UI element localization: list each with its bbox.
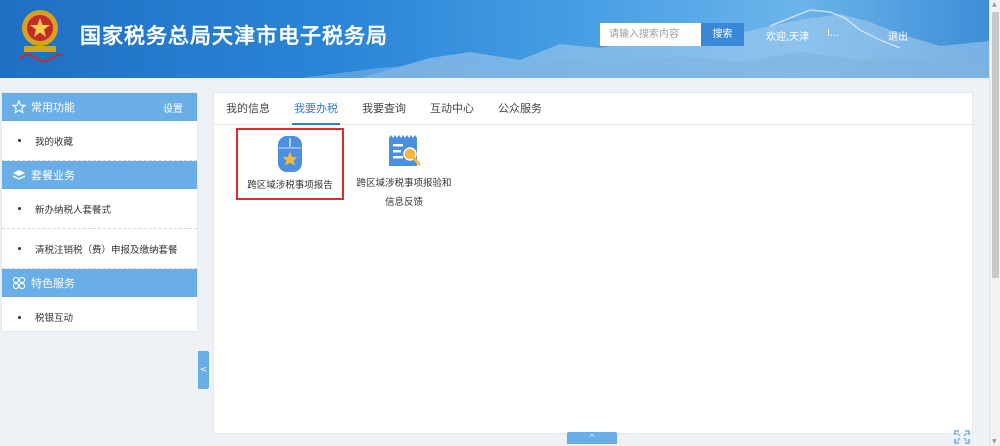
logout-link[interactable]: 退出 bbox=[888, 28, 908, 43]
sidebar-item-label: 新办纳税人套餐式 bbox=[35, 204, 112, 216]
sidebar-section-title: 常用功能 bbox=[31, 101, 75, 114]
main-panel: 我的信息 我要办税 我要查询 互动中心 公众服务 跨区域涉税事项报告 跨区域涉税… bbox=[213, 92, 973, 434]
report-search-icon bbox=[389, 135, 421, 166]
header-banner: 国家税务总局天津市电子税务局 搜索 欢迎,天津 I... 退出 bbox=[0, 0, 1000, 78]
tile-label: 跨区域涉税事项报告 bbox=[247, 180, 333, 191]
tab-my-info[interactable]: 我的信息 bbox=[214, 93, 282, 124]
layers-icon bbox=[12, 170, 26, 180]
sidebar-item-favorites[interactable]: 我的收藏 bbox=[2, 121, 197, 161]
tab-bar: 我的信息 我要办税 我要查询 互动中心 公众服务 bbox=[214, 93, 972, 125]
fullscreen-icon[interactable] bbox=[954, 430, 970, 444]
sidebar-item-bank-tax[interactable]: 税银互动 bbox=[2, 297, 197, 337]
sidebar-item-label: 税银互动 bbox=[35, 313, 74, 324]
vertical-scrollbar[interactable]: ▲ ▼ bbox=[989, 0, 1000, 446]
clover-icon bbox=[12, 276, 26, 290]
sidebar-section-common[interactable]: 常用功能 设置 bbox=[2, 93, 197, 121]
tile-cross-region-report[interactable]: 跨区域涉税事项报告 bbox=[236, 128, 344, 200]
sidebar-collapse-button[interactable]: < bbox=[198, 351, 209, 389]
tile-label-line2: 信息反馈 bbox=[384, 197, 423, 208]
tile-cross-region-inspection[interactable]: 跨区域涉税事项报验和 信息反馈 bbox=[344, 128, 464, 212]
sidebar-section-special[interactable]: 特色服务 bbox=[2, 269, 197, 297]
tax-emblem-logo bbox=[19, 10, 63, 62]
settings-link[interactable]: 设置 bbox=[163, 100, 183, 115]
scroll-down-icon[interactable]: ▼ bbox=[992, 438, 997, 445]
sidebar-section-title: 特色服务 bbox=[31, 277, 75, 290]
scroll-up-icon[interactable]: ▲ bbox=[992, 1, 997, 8]
site-title: 国家税务总局天津市电子税务局 bbox=[80, 24, 388, 48]
sidebar-section-title: 套餐业务 bbox=[31, 169, 75, 182]
sidebar-item-label: 清税注销税（费）申报及缴纳套餐 bbox=[35, 244, 178, 256]
tile-label-line1: 跨区域涉税事项报验和 bbox=[356, 178, 452, 189]
user-name[interactable]: I... bbox=[827, 28, 840, 39]
tab-do-tax[interactable]: 我要办税 bbox=[282, 93, 350, 125]
scrollbar-thumb[interactable] bbox=[992, 12, 999, 278]
sidebar-item-deregistration[interactable]: 清税注销税（费）申报及缴纳套餐 bbox=[2, 229, 197, 269]
bullet-icon bbox=[18, 247, 21, 250]
search-button[interactable]: 搜索 bbox=[701, 23, 744, 46]
welcome-text: 欢迎,天津 bbox=[766, 32, 810, 43]
bullet-icon bbox=[18, 207, 21, 210]
tab-interaction[interactable]: 互动中心 bbox=[418, 93, 486, 124]
mouse-badge-icon bbox=[278, 136, 302, 172]
bullet-icon bbox=[18, 139, 21, 142]
scroll-top-button[interactable]: ^ bbox=[567, 432, 617, 444]
sidebar-section-packages[interactable]: 套餐业务 bbox=[2, 161, 197, 189]
search-input[interactable] bbox=[600, 23, 701, 46]
sidebar-item-label: 我的收藏 bbox=[35, 136, 74, 148]
tab-query[interactable]: 我要查询 bbox=[350, 93, 418, 124]
bullet-icon bbox=[18, 315, 21, 319]
tab-public-service[interactable]: 公众服务 bbox=[486, 93, 554, 124]
sidebar: 常用功能 设置 我的收藏 套餐业务 新办纳税人套餐式 清税注销税（费）申报及缴纳… bbox=[1, 92, 198, 332]
star-icon bbox=[12, 100, 26, 114]
sidebar-item-new-taxpayer[interactable]: 新办纳税人套餐式 bbox=[2, 189, 197, 229]
